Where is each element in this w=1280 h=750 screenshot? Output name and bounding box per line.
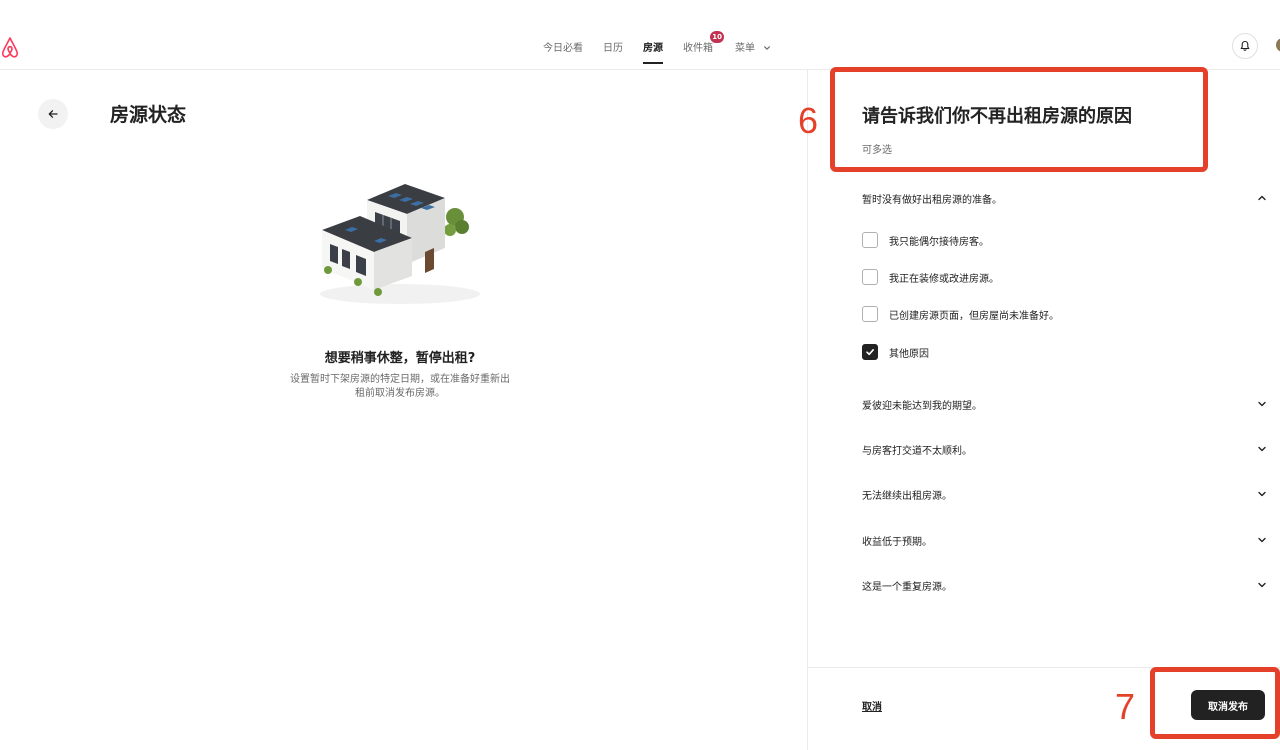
option-label: 我正在装修或改进房源。 <box>889 273 999 285</box>
page-title: 房源状态 <box>110 104 187 126</box>
chevron-down-icon <box>764 46 771 50</box>
bell-icon <box>1240 40 1250 51</box>
house-illustration <box>320 184 480 304</box>
checkbox-checked[interactable] <box>862 344 878 360</box>
top-nav: 今日必看 日历 房源 收件箱 10 菜单 <box>0 0 1280 70</box>
annotation-number-7: 7 <box>1115 686 1136 727</box>
section-label: 与房客打交道不太顺利。 <box>862 445 972 457</box>
chevron-down-icon <box>1258 491 1266 497</box>
section-label: 收益低于预期。 <box>862 536 932 548</box>
nav-tab-inbox[interactable]: 收件箱 10 <box>683 31 724 54</box>
inbox-badge: 10 <box>710 31 724 43</box>
option-home-not-ready[interactable]: 已创建房源页面，但房屋尚未准备好。 <box>862 305 1059 323</box>
nav-tab-today[interactable]: 今日必看 <box>543 39 583 54</box>
airbnb-logo-icon[interactable] <box>0 35 20 59</box>
section-not-ready[interactable]: 暂时没有做好出租房源的准备。 <box>862 187 1267 209</box>
checkbox[interactable] <box>862 269 878 285</box>
back-button[interactable] <box>38 99 68 129</box>
section-label: 暂时没有做好出租房源的准备。 <box>862 194 1002 206</box>
checkbox[interactable] <box>862 232 878 248</box>
chevron-up-icon <box>1258 195 1266 201</box>
option-other-reason[interactable]: 其他原因 <box>862 343 929 361</box>
chevron-down-icon <box>1258 446 1266 452</box>
annotation-number-6: 6 <box>798 100 819 141</box>
checkbox[interactable] <box>862 306 878 322</box>
pause-title: 想要稍事休整，暂停出租? <box>324 351 476 366</box>
annotation-box-title <box>830 67 1208 172</box>
section-cannot-host[interactable]: 无法继续出租房源。 <box>862 483 1267 505</box>
section-expectations[interactable]: 爱彼迎未能达到我的期望。 <box>862 393 1267 415</box>
user-avatar[interactable] <box>1276 38 1280 52</box>
option-label: 我只能偶尔接待房客。 <box>889 236 989 248</box>
nav-tabs: 今日必看 日历 房源 收件箱 10 菜单 <box>543 31 791 64</box>
chevron-down-icon <box>1258 401 1266 407</box>
arrow-left-icon <box>48 110 58 118</box>
checkmark-icon <box>866 349 874 356</box>
option-label: 已创建房源页面，但房屋尚未准备好。 <box>889 310 1059 322</box>
nav-tab-calendar[interactable]: 日历 <box>603 39 623 54</box>
nav-tab-listings[interactable]: 房源 <box>643 39 663 64</box>
option-renovating[interactable]: 我正在装修或改进房源。 <box>862 268 999 286</box>
unlist-reason-panel: 请告诉我们你不再出租房源的原因 可多选 暂时没有做好出租房源的准备。 我只能偶尔… <box>807 70 1280 750</box>
annotation-box-unpublish <box>1150 667 1280 739</box>
nav-menu-label: 菜单 <box>735 43 755 54</box>
nav-tab-inbox-label: 收件箱 <box>683 43 713 54</box>
option-occasional-hosting[interactable]: 我只能偶尔接待房客。 <box>862 231 989 249</box>
section-label: 这是一个重复房源。 <box>862 581 952 593</box>
option-label: 其他原因 <box>889 348 929 360</box>
section-label: 爱彼迎未能达到我的期望。 <box>862 400 982 412</box>
notifications-button[interactable] <box>1232 33 1258 59</box>
section-duplicate[interactable]: 这是一个重复房源。 <box>862 574 1267 596</box>
nav-menu[interactable]: 菜单 <box>735 39 771 54</box>
section-label: 无法继续出租房源。 <box>862 490 952 502</box>
cancel-button[interactable]: 取消 <box>862 698 882 713</box>
chevron-down-icon <box>1258 537 1266 543</box>
pause-description: 设置暂时下架房源的特定日期，或在准备好重新出租前取消发布房源。 <box>290 374 510 399</box>
section-low-earnings[interactable]: 收益低于预期。 <box>862 529 1267 551</box>
chevron-down-icon <box>1258 582 1266 588</box>
section-guest-issues[interactable]: 与房客打交道不太顺利。 <box>862 438 1267 460</box>
